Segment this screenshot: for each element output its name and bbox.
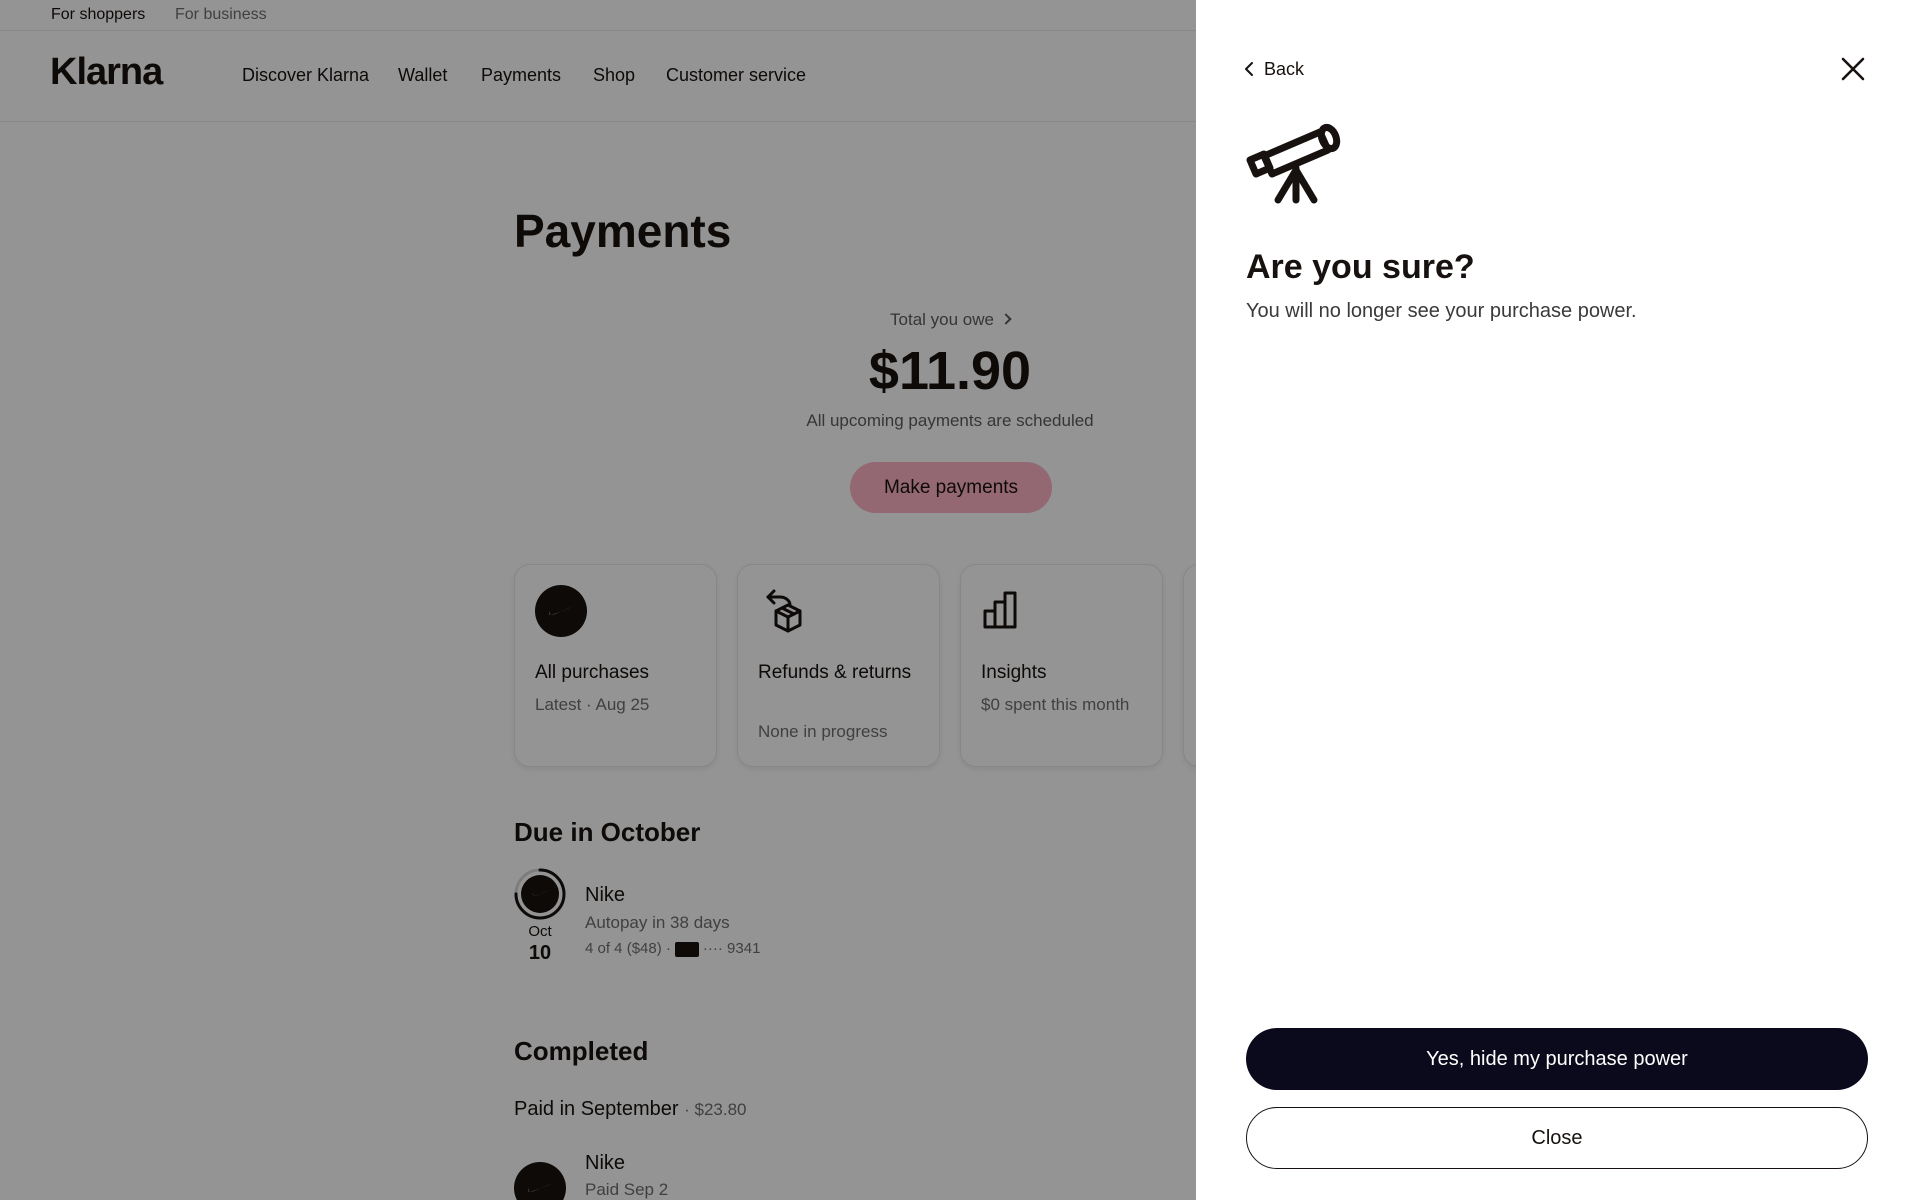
telescope-icon	[1246, 123, 1341, 204]
panel-title: Are you sure?	[1246, 248, 1475, 286]
close-icon-button[interactable]	[1838, 54, 1868, 84]
modal-backdrop[interactable]	[0, 0, 1196, 1200]
confirm-hide-button[interactable]: Yes, hide my purchase power	[1246, 1028, 1868, 1090]
back-button[interactable]: Back	[1244, 56, 1304, 82]
close-icon	[1841, 57, 1865, 81]
back-label: Back	[1264, 58, 1305, 79]
chevron-left-icon	[1245, 62, 1253, 76]
confirmation-panel: Back Are you sure? You will no longer se…	[1196, 0, 1920, 1200]
panel-description: You will no longer see your purchase pow…	[1246, 300, 1637, 322]
close-button[interactable]: Close	[1246, 1107, 1868, 1169]
